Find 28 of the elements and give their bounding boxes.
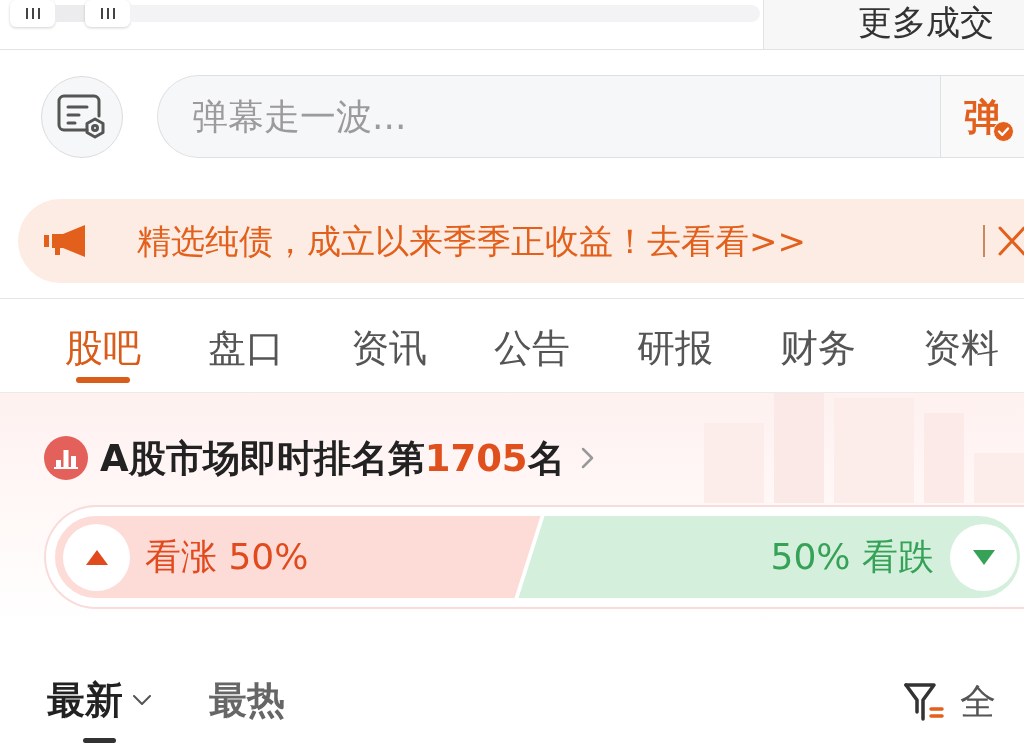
section-tab[interactable]: 资料 [923,299,999,392]
filter-button[interactable]: 全 [904,682,996,722]
ranking-text[interactable]: A股市场即时排名第1705名 [100,439,565,477]
triangle-down-icon [972,549,995,565]
bearish-vote-button[interactable] [950,523,1017,591]
close-icon[interactable] [998,226,1024,256]
chevron-right-icon [580,447,594,469]
section-tab[interactable]: 研报 [637,299,713,392]
bearish-text: 50% 看跌 [770,539,934,575]
promo-text: 精选纯债，成立以来季季正收益！去看看>> [137,224,806,258]
more-trades-button[interactable]: 更多成交 [763,0,1024,49]
document-gear-icon [57,94,107,140]
ranking-chart-icon [44,436,88,480]
danmaku-input[interactable]: 弹幕走一波... [157,75,940,158]
slider-handle[interactable] [85,0,130,27]
triangle-up-icon [85,549,108,565]
slider-handle[interactable] [10,0,55,27]
section-tab[interactable]: 公告 [494,299,570,392]
section-tab[interactable]: 盘口 [208,299,284,392]
bullish-text: 看涨 50% [145,539,309,575]
selected-range [55,5,85,22]
filter-icon [904,682,946,722]
megaphone-icon [44,225,86,257]
section-tab[interactable]: 股吧 [65,299,141,392]
section-tab[interactable]: 资讯 [351,299,427,392]
section-tab[interactable]: 财务 [780,299,856,392]
feed-tab[interactable]: 最热 [209,630,285,743]
feed-tab[interactable]: 最新 [47,630,151,743]
